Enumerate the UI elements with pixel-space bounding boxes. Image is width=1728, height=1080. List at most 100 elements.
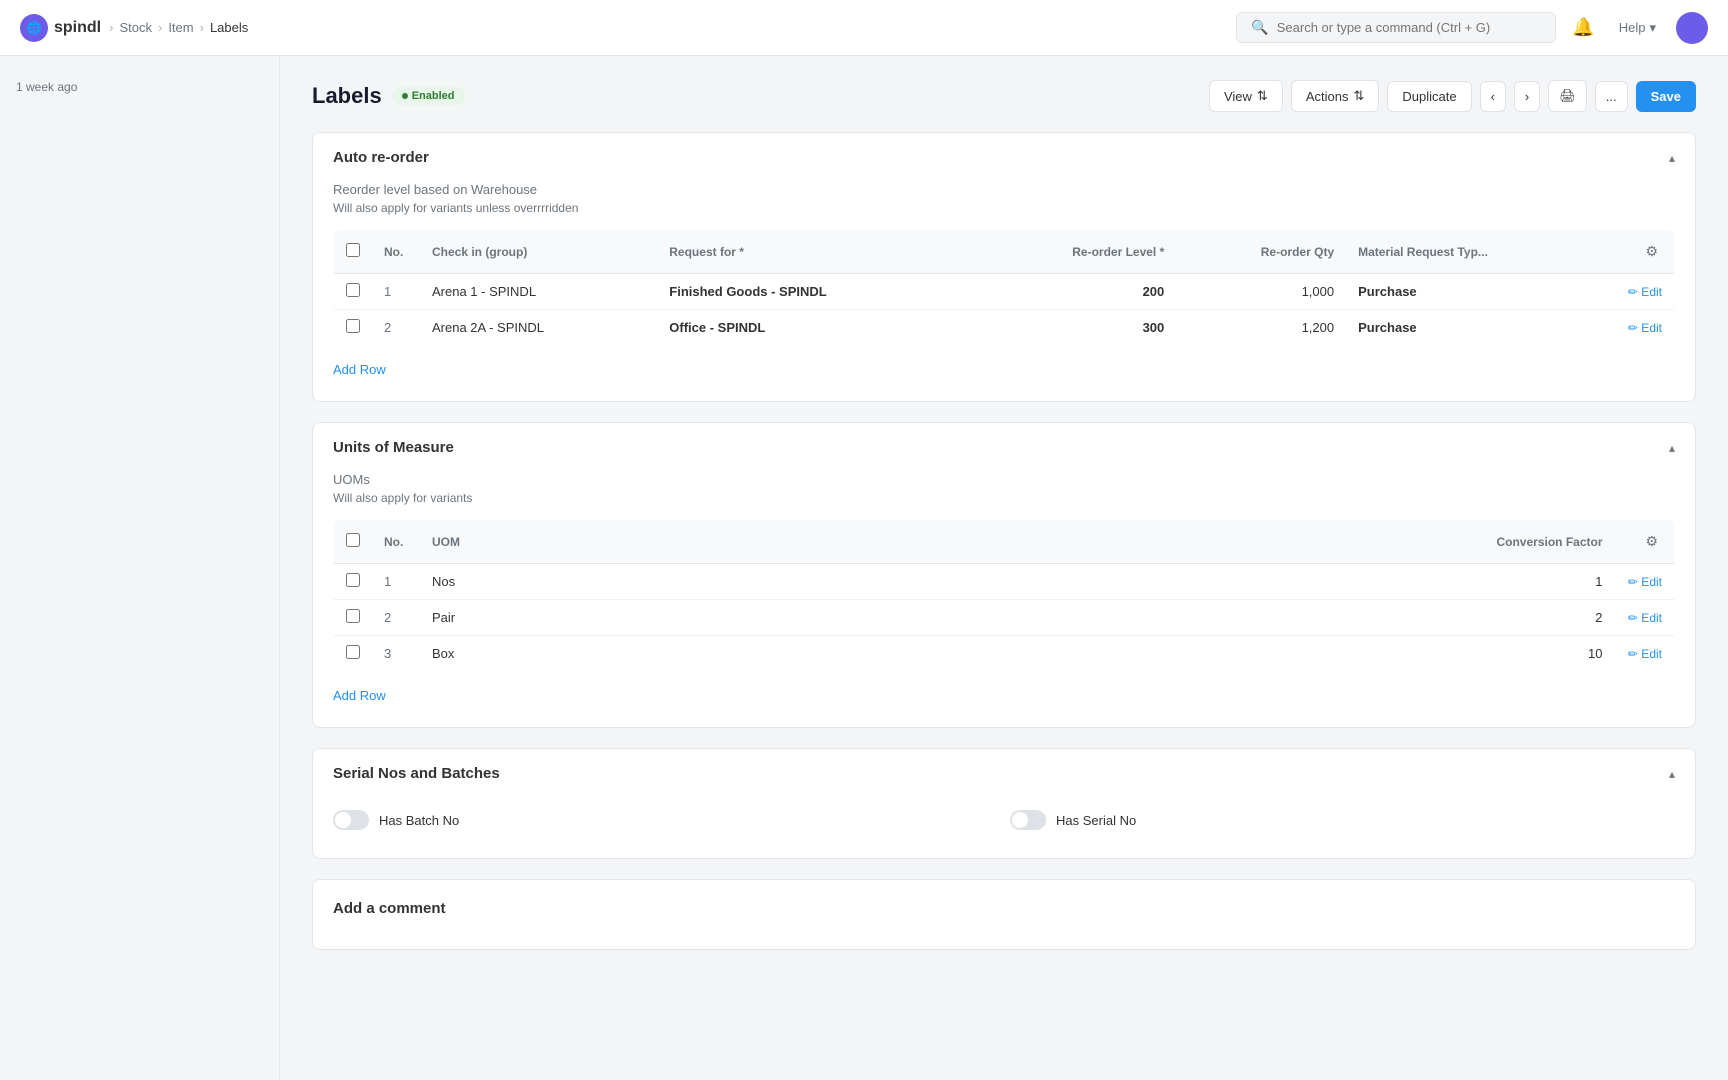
view-chevron: ⇅: [1257, 88, 1268, 104]
uom-header-check: [334, 520, 373, 564]
auto-reorder-desc: Reorder level based on Warehouse: [333, 182, 1675, 197]
auto-reorder-title: Auto re-order: [333, 149, 429, 166]
units-of-measure-section: Units of Measure ▴ UOMs Will also apply …: [312, 422, 1696, 728]
actions-chevron: ⇅: [1353, 88, 1364, 104]
has-serial-no-toggle[interactable]: [1010, 810, 1046, 830]
table-row: 2 Arena 2A - SPINDL Office - SPINDL 300 …: [334, 310, 1675, 346]
serial-nos-toggle-icon: ▴: [1669, 767, 1675, 781]
uom-row2-edit: ✏ Edit: [1615, 600, 1675, 636]
uom-row2-checkbox[interactable]: [346, 609, 360, 623]
header-settings: ⚙: [1615, 230, 1675, 274]
row2-checkbox[interactable]: [346, 319, 360, 333]
logo[interactable]: 🌐 spindl: [20, 14, 101, 42]
avatar[interactable]: [1676, 12, 1708, 44]
units-of-measure-body: UOMs Will also apply for variants No. UO…: [313, 472, 1695, 727]
view-label: View: [1224, 89, 1252, 104]
sidebar-timestamp: 1 week ago: [0, 68, 279, 106]
uom-row2-conversion: 2: [761, 600, 1614, 636]
search-bar[interactable]: 🔍: [1236, 12, 1556, 43]
uom-header-row: No. UOM Conversion Factor ⚙: [334, 520, 1675, 564]
uom-header-settings: ⚙: [1615, 520, 1675, 564]
breadcrumb-sep-2: ›: [200, 20, 204, 35]
select-all-checkbox[interactable]: [346, 243, 360, 257]
table-row: 1 Arena 1 - SPINDL Finished Goods - SPIN…: [334, 274, 1675, 310]
logo-text: spindl: [54, 19, 101, 37]
gear-button-uom[interactable]: ⚙: [1641, 529, 1662, 554]
breadcrumb-item[interactable]: Item: [168, 20, 193, 35]
uom-header-conversion: Conversion Factor: [761, 520, 1614, 564]
more-label: ...: [1606, 89, 1617, 104]
notification-bell-button[interactable]: 🔔: [1568, 13, 1598, 42]
print-button[interactable]: 🖨: [1548, 80, 1587, 112]
next-icon: ›: [1525, 89, 1529, 104]
has-batch-no-toggle[interactable]: [333, 810, 369, 830]
actions-button[interactable]: Actions ⇅: [1291, 80, 1380, 112]
uom-row3-no: 3: [372, 636, 420, 672]
uom-row2-check: [334, 600, 373, 636]
search-input[interactable]: [1277, 20, 1542, 35]
view-button[interactable]: View ⇅: [1209, 80, 1283, 112]
table-row: 3 Box 10 ✏ Edit: [334, 636, 1675, 672]
serial-nos-header[interactable]: Serial Nos and Batches ▴: [313, 749, 1695, 798]
breadcrumb: › Stock › Item › Labels: [109, 20, 248, 35]
uom-row3-checkbox[interactable]: [346, 645, 360, 659]
row2-check-in-group: Arena 2A - SPINDL: [420, 310, 657, 346]
breadcrumb-stock[interactable]: Stock: [119, 20, 152, 35]
auto-reorder-table: No. Check in (group) Request for * Re-or…: [333, 229, 1675, 346]
sidebar: 1 week ago: [0, 56, 280, 1080]
header-material-request-type: Material Request Typ...: [1346, 230, 1614, 274]
duplicate-button[interactable]: Duplicate: [1387, 81, 1471, 112]
uom-toggle-icon: ▴: [1669, 441, 1675, 455]
uom-row3-edit-link[interactable]: ✏ Edit: [1627, 647, 1663, 661]
row2-reorder-qty: 1,200: [1176, 310, 1346, 346]
help-button[interactable]: Help ▾: [1611, 16, 1664, 40]
breadcrumb-sep-0: ›: [109, 20, 113, 35]
row2-edit-link[interactable]: ✏ Edit: [1627, 321, 1663, 335]
serial-nos-body: Has Batch No Has Serial No: [313, 810, 1695, 858]
toggle-knob-serial: [1012, 812, 1028, 828]
row1-reorder-level: 200: [974, 274, 1176, 310]
add-row-button-reorder[interactable]: Add Row: [333, 358, 386, 381]
row1-edit-link[interactable]: ✏ Edit: [1627, 285, 1663, 299]
nav-right: 🔍 🔔 Help ▾: [1236, 12, 1708, 44]
row2-material-request-type: Purchase: [1346, 310, 1614, 346]
next-button[interactable]: ›: [1514, 81, 1540, 112]
header-reorder-qty: Re-order Qty: [1176, 230, 1346, 274]
uom-row1-checkbox[interactable]: [346, 573, 360, 587]
auto-reorder-toggle-icon: ▴: [1669, 151, 1675, 165]
uom-row1-edit-link[interactable]: ✏ Edit: [1627, 575, 1663, 589]
row1-check-in-group: Arena 1 - SPINDL: [420, 274, 657, 310]
breadcrumb-labels[interactable]: Labels: [210, 20, 248, 35]
add-row-button-uom[interactable]: Add Row: [333, 684, 386, 707]
uom-row3-conversion: 10: [761, 636, 1614, 672]
page-title: Labels: [312, 83, 382, 109]
units-of-measure-header[interactable]: Units of Measure ▴: [313, 423, 1695, 472]
gear-button-reorder[interactable]: ⚙: [1641, 239, 1662, 264]
header-reorder-level: Re-order Level *: [974, 230, 1176, 274]
page-wrapper: 1 week ago Labels Enabled View ⇅ Actions…: [0, 56, 1728, 1080]
auto-reorder-header-row: No. Check in (group) Request for * Re-or…: [334, 230, 1675, 274]
uom-header-no: No.: [372, 520, 420, 564]
uom-row2-edit-link[interactable]: ✏ Edit: [1627, 611, 1663, 625]
table-row: 1 Nos 1 ✏ Edit: [334, 564, 1675, 600]
table-row: 2 Pair 2 ✏ Edit: [334, 600, 1675, 636]
search-icon: 🔍: [1251, 19, 1268, 36]
auto-reorder-header[interactable]: Auto re-order ▴: [313, 133, 1695, 182]
status-dot: [402, 93, 408, 99]
uom-row2-uom: Pair: [420, 600, 761, 636]
row1-checkbox[interactable]: [346, 283, 360, 297]
row2-edit: ✏ Edit: [1615, 310, 1675, 346]
uom-select-all[interactable]: [346, 533, 360, 547]
header-check-in-group: Check in (group): [420, 230, 657, 274]
header-check: [334, 230, 373, 274]
uom-header-uom: UOM: [420, 520, 761, 564]
actions-label: Actions: [1306, 89, 1349, 104]
more-button[interactable]: ...: [1595, 81, 1628, 112]
has-serial-no-label: Has Serial No: [1056, 813, 1136, 828]
auto-reorder-section: Auto re-order ▴ Reorder level based on W…: [312, 132, 1696, 402]
duplicate-label: Duplicate: [1402, 89, 1456, 104]
save-button[interactable]: Save: [1636, 81, 1696, 112]
prev-button[interactable]: ‹: [1480, 81, 1506, 112]
nav-left: 🌐 spindl › Stock › Item › Labels: [20, 14, 248, 42]
print-icon: 🖨: [1559, 88, 1576, 104]
